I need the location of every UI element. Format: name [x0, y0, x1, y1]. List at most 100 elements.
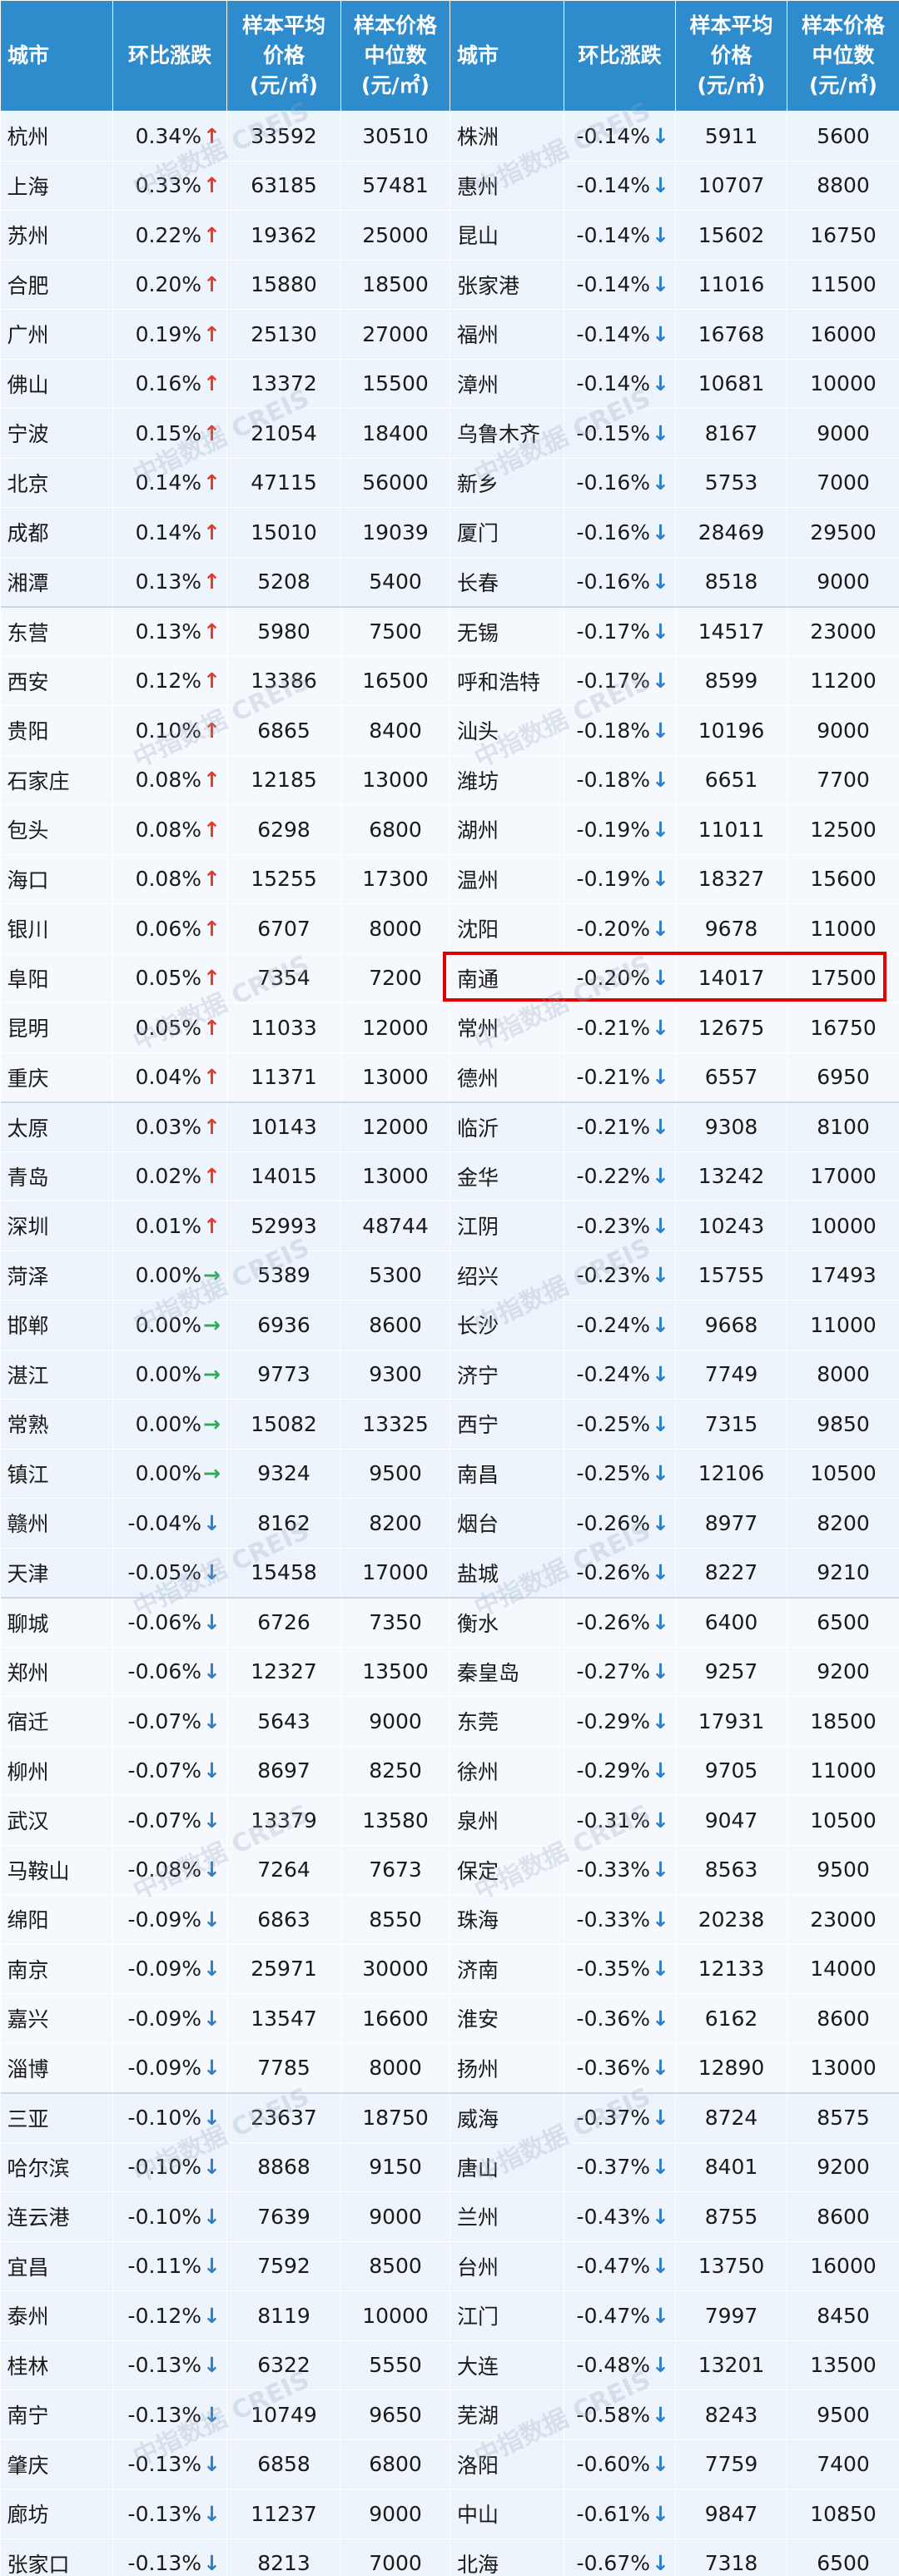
avg-price: 7264	[226, 1845, 341, 1895]
mom-change: 0.01%↑	[112, 1201, 227, 1251]
down-arrow-icon: ↓	[203, 2551, 221, 2575]
change-value: -0.47%	[576, 2254, 650, 2279]
right-arrow-icon: →	[203, 1263, 221, 1288]
mom-change: 0.00%→	[112, 1300, 227, 1350]
down-arrow-icon: ↓	[203, 1857, 221, 1882]
avg-price: 5753	[675, 458, 787, 508]
up-arrow-icon: ↑	[203, 1065, 221, 1089]
median-price: 7200	[340, 953, 450, 1003]
mom-change: 0.08%↑	[112, 804, 227, 855]
median-price: 9000	[340, 2191, 450, 2242]
change-value: 0.16%	[135, 371, 201, 396]
city-name: 宁波	[0, 408, 113, 459]
down-arrow-icon: ↓	[652, 1015, 669, 1040]
down-arrow-icon: ↓	[652, 2303, 669, 2328]
down-arrow-icon: ↓	[652, 520, 669, 545]
change-value: -0.16%	[576, 520, 650, 545]
mom-change: 0.06%↑	[112, 903, 227, 954]
change-value: 0.20%	[135, 272, 201, 297]
median-price: 6500	[787, 1597, 899, 1648]
down-arrow-icon: ↓	[652, 1708, 669, 1733]
change-value: 0.13%	[135, 569, 201, 594]
change-value: 0.12%	[135, 669, 201, 694]
change-value: 0.15%	[135, 420, 201, 445]
mom-change: -0.13%↓	[112, 2439, 227, 2489]
right-arrow-icon: →	[203, 1411, 221, 1436]
table-row: 天津 -0.05%↓ 15458 17000 盐城 -0.26%↓ 8227 9210	[0, 1548, 899, 1599]
mom-change: -0.10%↓	[112, 2092, 227, 2143]
mom-change: -0.26%↓	[564, 1597, 676, 1648]
median-price: 7400	[787, 2439, 899, 2489]
mom-change: -0.35%↓	[564, 1944, 676, 1994]
median-price: 9500	[787, 2390, 899, 2440]
avg-price: 13547	[226, 1993, 341, 2044]
table-row: 赣州 -0.04%↓ 8162 8200 烟台 -0.26%↓ 8977 8200	[0, 1498, 899, 1549]
table-row: 泰州 -0.12%↓ 8119 10000 江门 -0.47%↓ 7997 8450	[0, 2290, 899, 2341]
city-name: 惠州	[450, 161, 564, 211]
city-name: 赣州	[0, 1498, 113, 1549]
table-row: 南京 -0.09%↓ 25971 30000 济南 -0.35%↓ 12133 14000	[0, 1944, 899, 1994]
change-value: -0.17%	[576, 619, 650, 644]
city-name: 长春	[450, 557, 564, 608]
down-arrow-icon: ↓	[652, 2106, 669, 2130]
mom-change: -0.47%↓	[564, 2241, 676, 2291]
change-value: -0.31%	[576, 1808, 650, 1833]
change-value: -0.18%	[576, 768, 650, 793]
avg-price: 20238	[675, 1894, 787, 1945]
avg-price: 8724	[675, 2092, 787, 2143]
city-name: 昆明	[0, 1002, 113, 1053]
down-arrow-icon: ↓	[203, 2254, 221, 2279]
change-value: -0.37%	[576, 2106, 650, 2130]
change-value: -0.09%	[127, 2006, 201, 2031]
change-value: -0.22%	[576, 1164, 650, 1189]
up-arrow-icon: ↑	[203, 321, 221, 346]
table-row: 郑州 -0.06%↓ 12327 13500 秦皇岛 -0.27%↓ 9257 9200	[0, 1647, 899, 1697]
mom-change: -0.31%↓	[564, 1795, 676, 1846]
mom-change: -0.43%↓	[564, 2191, 676, 2242]
table-row: 柳州 -0.07%↓ 8697 8250 徐州 -0.29%↓ 9705 11000	[0, 1746, 899, 1796]
mom-change: -0.17%↓	[564, 606, 676, 657]
table-row: 阜阳 0.05%↑ 7354 7200 南通 -0.20%↓ 14017 17500	[0, 953, 899, 1003]
mom-change: -0.29%↓	[564, 1746, 676, 1796]
down-arrow-icon: ↓	[203, 2402, 221, 2427]
median-price: 15500	[340, 359, 450, 409]
median-price: 9210	[787, 1548, 899, 1599]
city-name: 江门	[450, 2290, 564, 2341]
table-row: 宜昌 -0.11%↓ 7592 8500 台州 -0.47%↓ 13750 16000	[0, 2241, 899, 2291]
change-value: -0.29%	[576, 1758, 650, 1783]
table-row: 廊坊 -0.13%↓ 11237 9000 中山 -0.61%↓ 9847 10850	[0, 2489, 899, 2539]
avg-price: 10143	[226, 1102, 341, 1152]
change-value: -0.60%	[576, 2452, 650, 2477]
down-arrow-icon: ↓	[203, 2006, 221, 2031]
avg-price: 5208	[226, 557, 341, 608]
mom-change: 0.03%↑	[112, 1102, 227, 1152]
avg-price: 10749	[226, 2390, 341, 2440]
table-row: 武汉 -0.07%↓ 13379 13580 泉州 -0.31%↓ 9047 10500	[0, 1795, 899, 1846]
down-arrow-icon: ↓	[652, 321, 669, 346]
mom-change: -0.18%↓	[564, 705, 676, 756]
city-name: 温州	[450, 854, 564, 904]
city-name: 邯郸	[0, 1300, 113, 1350]
median-price: 8000	[340, 903, 450, 954]
median-price: 5300	[340, 1251, 450, 1300]
down-arrow-icon: ↓	[203, 2155, 221, 2180]
mom-change: -0.09%↓	[112, 2043, 227, 2094]
city-name: 菏泽	[0, 1251, 113, 1300]
median-price: 13000	[340, 1052, 450, 1103]
median-price: 56000	[340, 458, 450, 508]
mom-change: 0.15%↑	[112, 408, 227, 459]
avg-price: 6651	[675, 755, 787, 805]
avg-price: 7997	[675, 2290, 787, 2341]
median-price: 9500	[787, 1845, 899, 1895]
down-arrow-icon: ↓	[652, 1907, 669, 1932]
avg-price: 6400	[675, 1597, 787, 1648]
housing-price-table: 城市 环比涨跌 样本平均 价格 (元/㎡) 样本价格 中位数 (元/㎡) 城市 环比涨跌…	[0, 0, 899, 2576]
city-name: 银川	[0, 903, 113, 954]
avg-price: 47115	[226, 458, 341, 508]
down-arrow-icon: ↓	[652, 420, 669, 445]
median-price: 10500	[787, 1795, 899, 1846]
mom-change: -0.26%↓	[564, 1498, 676, 1549]
down-arrow-icon: ↓	[203, 1957, 221, 1982]
change-value: -0.18%	[576, 718, 650, 743]
mom-change: -0.19%↓	[564, 854, 676, 904]
